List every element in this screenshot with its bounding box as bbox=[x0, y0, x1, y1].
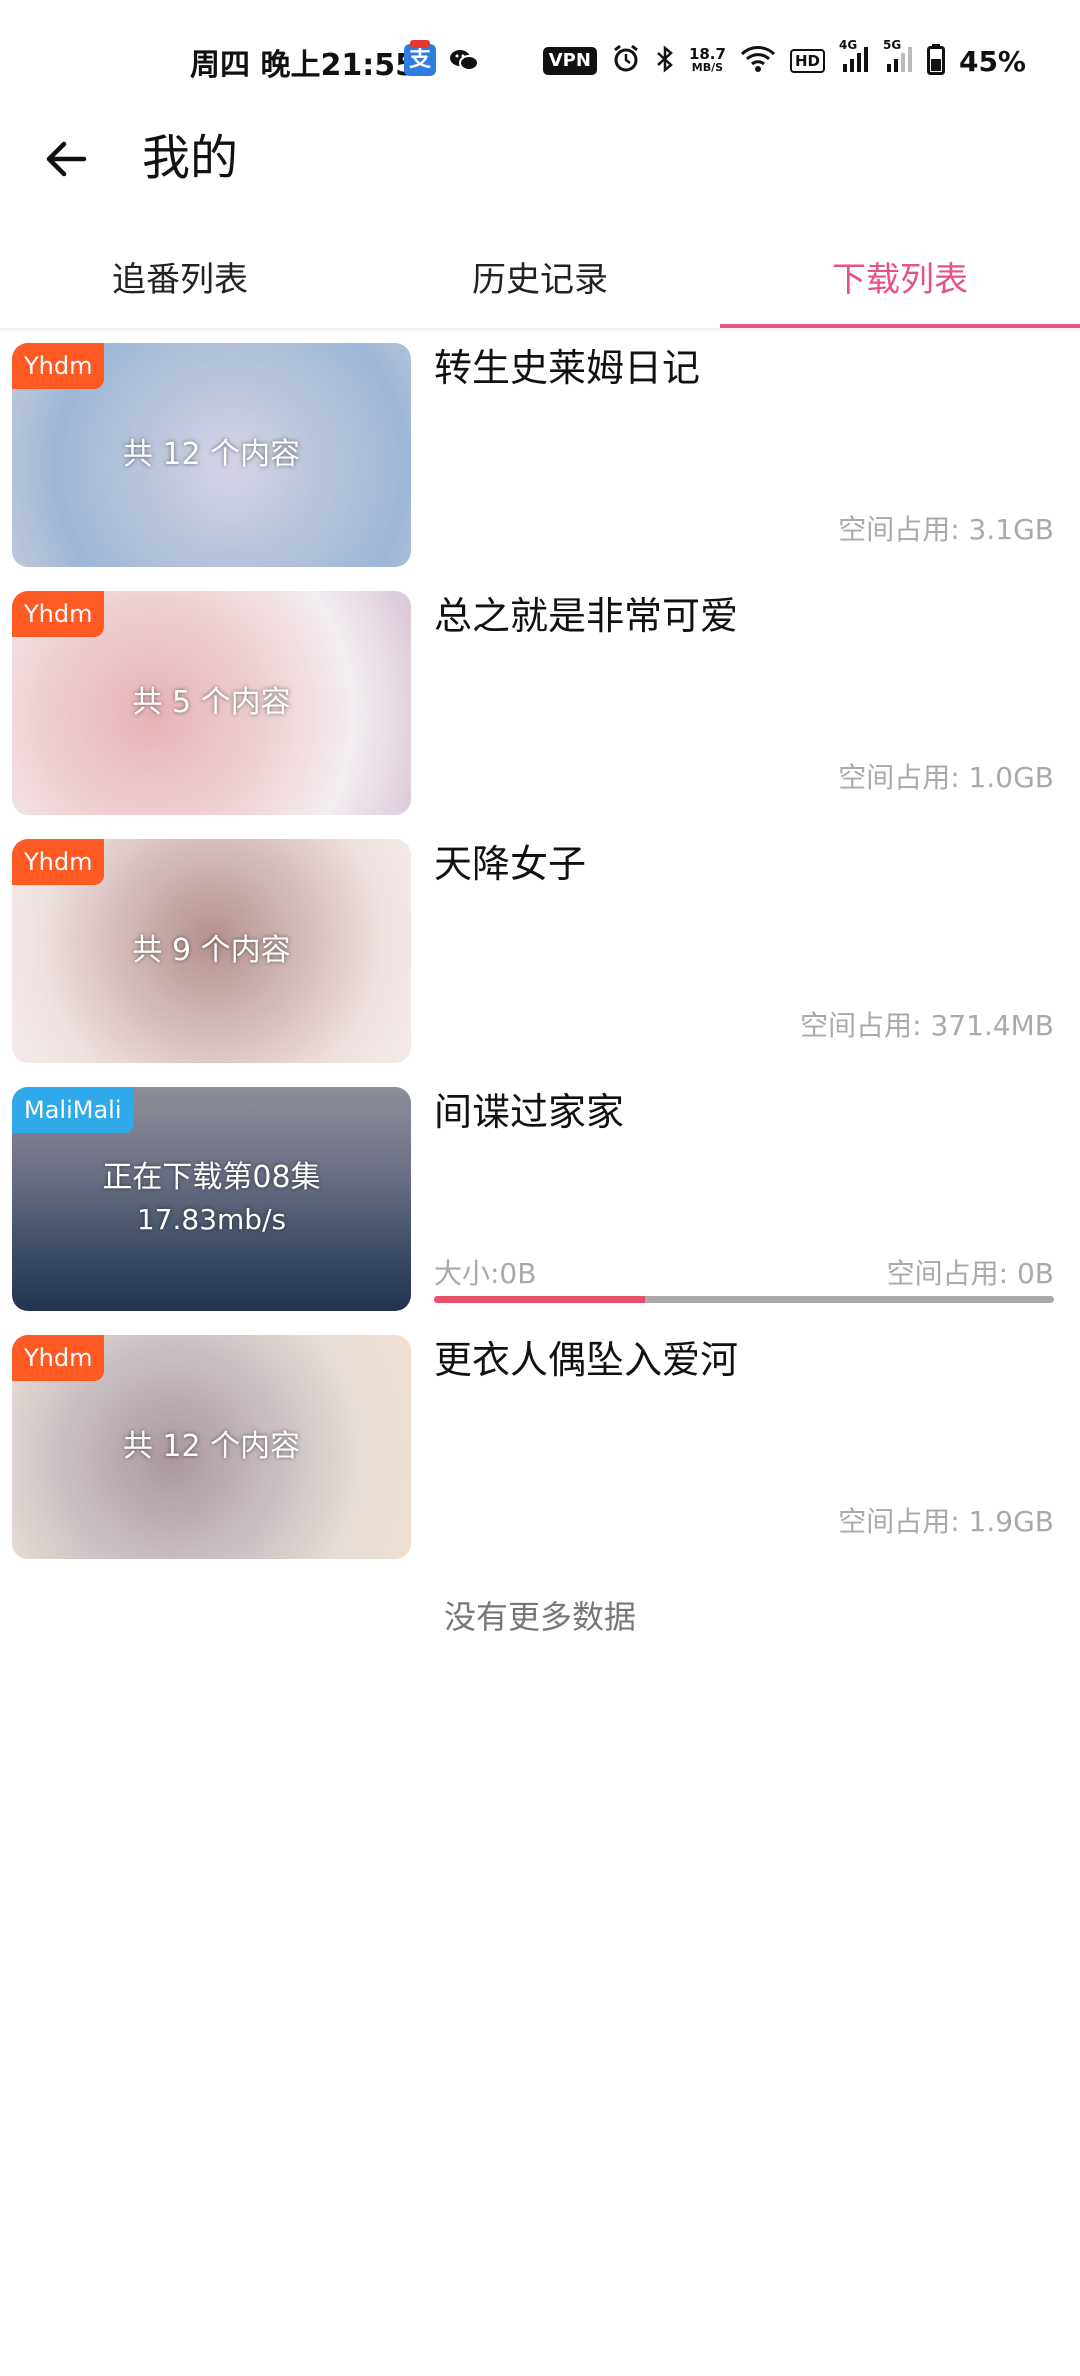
download-speed: 17.83mb/s bbox=[136, 1203, 287, 1236]
wechat-icon bbox=[448, 44, 480, 76]
tab-label: 追番列表 bbox=[112, 259, 248, 300]
arrow-left-icon bbox=[44, 139, 88, 183]
space-usage: 空间占用: 3.1GB bbox=[838, 513, 1054, 546]
space-usage: 空间占用: 0B bbox=[886, 1257, 1054, 1290]
episode-count: 共 12 个内容 bbox=[12, 1335, 411, 1559]
download-list: Yhdm 共 12 个内容 转生史莱姆日记 空间占用: 3.1GB Yhdm 共… bbox=[0, 340, 1080, 1580]
vpn-badge: VPN bbox=[542, 47, 597, 75]
list-item-downloading[interactable]: MaliMali 正在下载第08集 17.83mb/s 间谍过家家 大小:0B … bbox=[0, 1084, 1080, 1332]
item-title: 天降女子 bbox=[434, 842, 587, 886]
cover-thumbnail: Yhdm 共 9 个内容 bbox=[12, 839, 411, 1063]
cover-thumbnail: Yhdm 共 12 个内容 bbox=[12, 1335, 411, 1559]
battery-percent: 45% bbox=[958, 44, 1026, 78]
item-title: 转生史莱姆日记 bbox=[434, 346, 701, 390]
tabs-divider bbox=[0, 328, 1080, 332]
tab-following[interactable]: 追番列表 bbox=[0, 222, 360, 330]
app-notification-icon: 支 bbox=[404, 40, 436, 76]
list-item[interactable]: Yhdm 共 12 个内容 更衣人偶坠入爱河 空间占用: 1.9GB bbox=[0, 1332, 1080, 1580]
status-right: VPN 18.7 MB/S HD 4G 5G 45% bbox=[542, 38, 1026, 80]
list-item[interactable]: Yhdm 共 5 个内容 总之就是非常可爱 空间占用: 1.0GB bbox=[0, 588, 1080, 836]
hd-badge: HD bbox=[789, 49, 825, 73]
episode-count: 共 5 个内容 bbox=[12, 591, 411, 815]
back-button[interactable] bbox=[36, 126, 96, 196]
space-usage: 空间占用: 1.0GB bbox=[838, 761, 1054, 794]
signal-4g-icon: 4G bbox=[839, 38, 869, 78]
network-speed: 18.7 MB/S bbox=[689, 47, 726, 75]
status-time: 周四 晚上21:55 bbox=[190, 48, 416, 83]
signal-5g-label: 5G bbox=[882, 38, 902, 52]
episode-count-text: 共 12 个内容 bbox=[122, 437, 301, 472]
episode-count-text: 共 12 个内容 bbox=[122, 1429, 301, 1464]
signal-5g-icon: 5G bbox=[883, 38, 913, 78]
tab-label: 下载列表 bbox=[832, 259, 968, 300]
tab-bar: 追番列表 历史记录 下载列表 bbox=[0, 222, 1080, 330]
episode-count-text: 共 9 个内容 bbox=[132, 933, 291, 968]
space-usage: 空间占用: 1.9GB bbox=[838, 1505, 1054, 1538]
download-episode-text: 正在下载第08集 bbox=[102, 1160, 321, 1195]
item-title: 更衣人偶坠入爱河 bbox=[434, 1338, 739, 1382]
tab-label: 历史记录 bbox=[472, 259, 608, 300]
alarm-icon bbox=[611, 44, 641, 78]
download-progress-bar bbox=[434, 1296, 1054, 1303]
tab-downloads[interactable]: 下载列表 bbox=[720, 222, 1080, 330]
network-speed-unit: MB/S bbox=[691, 61, 724, 74]
cover-thumbnail: Yhdm 共 5 个内容 bbox=[12, 591, 411, 815]
network-speed-value: 18.7 bbox=[688, 45, 726, 63]
download-progress-fill bbox=[434, 1296, 645, 1303]
cover-thumbnail: MaliMali 正在下载第08集 17.83mb/s bbox=[12, 1087, 411, 1311]
tab-history[interactable]: 历史记录 bbox=[360, 222, 720, 330]
list-item[interactable]: Yhdm 共 9 个内容 天降女子 空间占用: 371.4MB bbox=[0, 836, 1080, 1084]
bluetooth-icon bbox=[655, 44, 675, 78]
app-header: 我的 bbox=[0, 110, 1080, 220]
list-item[interactable]: Yhdm 共 12 个内容 转生史莱姆日记 空间占用: 3.1GB bbox=[0, 340, 1080, 588]
download-size: 大小:0B bbox=[434, 1257, 537, 1290]
battery-icon bbox=[926, 43, 945, 79]
episode-count-text: 共 5 个内容 bbox=[132, 685, 291, 720]
space-usage: 空间占用: 371.4MB bbox=[800, 1009, 1054, 1042]
download-status: 正在下载第08集 17.83mb/s bbox=[12, 1087, 411, 1311]
status-bar: 周四 晚上21:55 支 VPN 18.7 MB/S HD 4G 5G 45% bbox=[0, 0, 1080, 120]
page-title: 我的 bbox=[142, 130, 239, 186]
episode-count: 共 9 个内容 bbox=[12, 839, 411, 1063]
item-title: 总之就是非常可爱 bbox=[434, 594, 739, 638]
signal-4g-label: 4G bbox=[838, 38, 858, 52]
no-more-data-text: 没有更多数据 bbox=[443, 1598, 636, 1636]
wifi-icon bbox=[740, 44, 776, 78]
cover-thumbnail: Yhdm 共 12 个内容 bbox=[12, 343, 411, 567]
item-title: 间谍过家家 bbox=[434, 1090, 625, 1134]
episode-count: 共 12 个内容 bbox=[12, 343, 411, 567]
